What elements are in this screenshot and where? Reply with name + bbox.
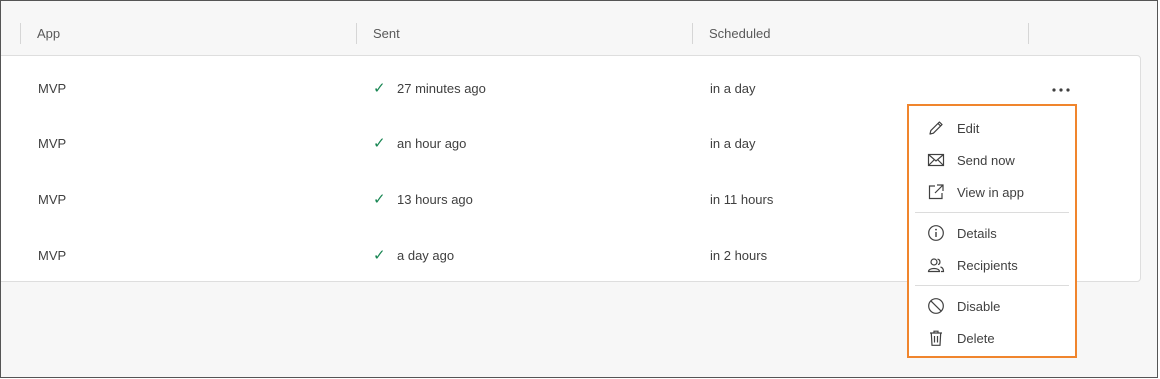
menu-item-label: Send now [957, 152, 1015, 168]
app-cell: MVP [38, 191, 67, 207]
menu-divider [915, 212, 1069, 213]
menu-item-label: View in app [957, 184, 1024, 200]
pencil-icon [927, 118, 957, 138]
scheduled-cell: in a day [710, 80, 756, 96]
sent-time: an hour ago [397, 135, 467, 151]
menu-item-details[interactable]: Details [913, 217, 1071, 249]
menu-item-edit[interactable]: Edit [913, 112, 1071, 144]
menu-item-recipients[interactable]: Recipients [913, 249, 1071, 281]
reports-panel: App Sent Scheduled MVP ✓ 27 minutes ago … [0, 0, 1158, 378]
column-header-scheduled[interactable]: Scheduled [709, 21, 770, 45]
column-separator [1028, 23, 1029, 44]
checkmark-icon: ✓ [373, 191, 386, 208]
menu-divider [915, 285, 1069, 286]
sent-cell: ✓ 13 hours ago [373, 171, 473, 227]
envelope-icon [927, 150, 957, 170]
menu-item-label: Delete [957, 330, 995, 346]
info-icon [927, 223, 957, 243]
menu-item-disable[interactable]: Disable [913, 290, 1071, 322]
sent-cell: ✓ 27 minutes ago [373, 60, 486, 116]
users-icon [927, 255, 957, 275]
app-cell: MVP [38, 247, 67, 263]
disable-icon [927, 296, 957, 316]
menu-item-label: Disable [957, 298, 1001, 314]
sent-time: 27 minutes ago [397, 80, 486, 96]
sent-cell: ✓ an hour ago [373, 115, 466, 171]
scheduled-cell: in 11 hours [710, 191, 774, 207]
scheduled-cell: in 2 hours [710, 247, 768, 263]
sent-cell: ✓ a day ago [373, 227, 454, 283]
menu-item-label: Recipients [957, 257, 1018, 273]
checkmark-icon: ✓ [373, 135, 386, 152]
column-separator [356, 23, 357, 44]
checkmark-icon: ✓ [373, 80, 386, 97]
app-cell: MVP [38, 135, 67, 151]
menu-item-label: Details [957, 225, 997, 241]
external-link-icon [927, 182, 957, 202]
menu-item-delete[interactable]: Delete [913, 322, 1071, 354]
sent-time: a day ago [397, 247, 455, 263]
row-actions-button[interactable] [1045, 78, 1077, 102]
row-actions-menu: Edit Send now View in app Details Recipi… [907, 104, 1077, 358]
menu-item-view-in-app[interactable]: View in app [913, 176, 1071, 208]
column-header-app[interactable]: App [37, 21, 60, 45]
column-header-sent[interactable]: Sent [373, 21, 400, 45]
checkmark-icon: ✓ [373, 247, 386, 264]
trash-icon [927, 328, 957, 348]
column-separator [20, 23, 21, 44]
column-separator [692, 23, 693, 44]
more-horizontal-icon [1052, 88, 1070, 92]
scheduled-cell: in a day [710, 135, 756, 151]
sent-time: 13 hours ago [397, 191, 473, 207]
menu-item-label: Edit [957, 120, 980, 136]
table-header: App Sent Scheduled [1, 1, 1157, 55]
app-cell: MVP [38, 80, 67, 96]
menu-item-send-now[interactable]: Send now [913, 144, 1071, 176]
